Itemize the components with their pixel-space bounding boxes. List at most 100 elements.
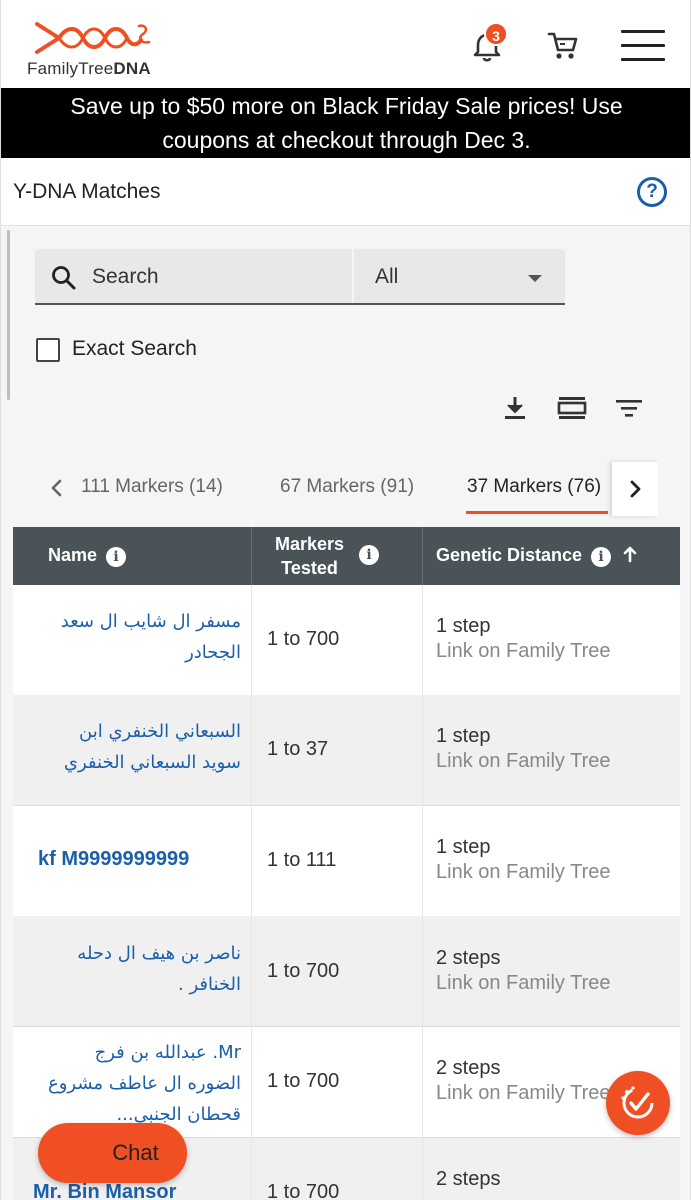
view-density-icon[interactable] bbox=[556, 392, 588, 424]
notification-count-badge: 3 bbox=[484, 22, 508, 46]
table-row: Mr. عبدالله بن فرج الضوره ال عاطف مشروع … bbox=[13, 1027, 680, 1138]
table-row: kf M9999999999 1 to 111 1 step Link on F… bbox=[13, 806, 680, 917]
genetic-distance-value: 1 step bbox=[436, 836, 491, 858]
info-icon[interactable]: i bbox=[591, 547, 612, 567]
info-icon[interactable]: i bbox=[106, 547, 127, 567]
genetic-distance-value: 2 steps bbox=[436, 947, 501, 969]
exact-search-checkbox[interactable] bbox=[36, 338, 60, 362]
site-header: FamilyTreeDNA 3 bbox=[1, 0, 690, 88]
match-name-line: مسفر ال شايب ال سعد bbox=[60, 611, 241, 632]
markers-tested-value: 1 to 700 bbox=[267, 960, 340, 982]
matches-table-header: Name i Markers Tested i Genetic Distance… bbox=[13, 527, 680, 585]
match-name-line: السبعاني الخنفري ابن bbox=[79, 721, 241, 742]
search-scope-select[interactable]: All bbox=[375, 265, 398, 289]
search-icon bbox=[52, 266, 76, 290]
column-header-genetic-distance[interactable]: Genetic Distance i bbox=[436, 545, 638, 567]
chat-button[interactable]: Chat bbox=[38, 1123, 187, 1183]
cell-divider bbox=[422, 916, 423, 1027]
feedback-fab-button[interactable] bbox=[606, 1071, 670, 1135]
search-divider bbox=[352, 249, 354, 303]
table-row: مسفر ال شايب ال سعد الجحادر 1 to 700 1 s… bbox=[13, 585, 680, 696]
search-input[interactable] bbox=[92, 263, 332, 291]
table-row: السبعاني الخنفري ابن سويد السبعاني الخنف… bbox=[13, 695, 680, 806]
tab-37-markers[interactable]: 37 Markers (76) bbox=[467, 476, 601, 498]
shopping-cart-icon[interactable] bbox=[545, 28, 581, 64]
info-icon[interactable]: i bbox=[359, 545, 379, 565]
cell-divider bbox=[422, 1027, 423, 1138]
match-name-link[interactable]: Mr. عبدالله بن فرج الضوره ال عاطف مشروع … bbox=[31, 1037, 241, 1130]
cell-divider bbox=[251, 1138, 252, 1200]
page-title: Y-DNA Matches bbox=[13, 180, 161, 203]
menu-line bbox=[621, 58, 665, 61]
markers-tested-value: 1 to 700 bbox=[267, 628, 340, 650]
cell-divider bbox=[422, 695, 423, 806]
column-header-name-label: Name bbox=[48, 545, 98, 565]
scrollbar-thumb[interactable] bbox=[7, 230, 10, 400]
cell-divider bbox=[422, 585, 423, 696]
cell-divider bbox=[251, 806, 252, 917]
menu-line bbox=[621, 44, 665, 47]
checklist-spark-icon bbox=[621, 1086, 654, 1119]
match-name-link[interactable]: kf M9999999999 bbox=[38, 844, 248, 875]
tab-scroll-next-button[interactable] bbox=[612, 462, 658, 516]
match-name-link[interactable]: ناصر بن هيف ال دحله الخنافر . bbox=[31, 938, 241, 1000]
column-divider bbox=[251, 527, 252, 585]
logo-wordmark-regular: FamilyTree bbox=[27, 59, 114, 78]
match-name-line: الضوره ال عاطف مشروع bbox=[47, 1073, 241, 1094]
genetic-distance-value: 2 steps bbox=[436, 1168, 501, 1190]
family-tree-link[interactable]: Link on Family Tree bbox=[436, 972, 611, 995]
filter-icon[interactable] bbox=[613, 392, 645, 424]
download-icon[interactable] bbox=[499, 392, 531, 424]
match-name-line: ناصر بن هيف ال دحله bbox=[77, 943, 241, 964]
app-frame: FamilyTreeDNA 3 Save up to $50 more on B… bbox=[0, 0, 691, 1200]
markers-tested-value: 1 to 700 bbox=[267, 1070, 340, 1092]
match-name-line: الجحادر bbox=[185, 642, 241, 663]
cell-divider bbox=[251, 695, 252, 806]
genetic-distance-value: 2 steps bbox=[436, 1057, 501, 1079]
family-tree-link[interactable]: Link on Family Tree bbox=[436, 1082, 611, 1105]
promo-line-2: coupons at checkout through Dec 3. bbox=[162, 127, 531, 153]
page-title-bar: Y-DNA Matches bbox=[1, 158, 690, 226]
markers-tested-value: 1 to 37 bbox=[267, 738, 329, 760]
help-icon[interactable]: ? bbox=[637, 177, 667, 207]
cell-divider bbox=[251, 585, 252, 696]
column-header-name[interactable]: Name i bbox=[48, 545, 127, 567]
cell-divider bbox=[422, 1138, 423, 1200]
cell-divider bbox=[422, 806, 423, 917]
match-name-line: kf M9999999999 bbox=[38, 848, 190, 870]
chevron-right-icon bbox=[630, 480, 641, 498]
chevron-down-icon[interactable] bbox=[528, 275, 542, 282]
cell-divider bbox=[251, 1027, 252, 1138]
match-name-line: سويد السبعاني الخنفري bbox=[63, 752, 241, 773]
active-tab-indicator bbox=[466, 511, 608, 514]
chat-button-label: Chat bbox=[112, 1140, 159, 1165]
column-header-markers-line1: Markers bbox=[275, 534, 345, 554]
match-name-line: الخنافر . bbox=[178, 974, 241, 995]
family-tree-link[interactable]: Link on Family Tree bbox=[436, 861, 611, 884]
column-header-markers-tested[interactable]: Markers Tested bbox=[275, 532, 344, 580]
hamburger-menu-icon[interactable] bbox=[621, 30, 665, 64]
tab-111-markers[interactable]: 111 Markers (14) bbox=[81, 476, 223, 498]
sort-ascending-arrow-icon[interactable] bbox=[622, 545, 638, 563]
logo-wordmark-bold: DNA bbox=[113, 59, 151, 78]
table-row: ناصر بن هيف ال دحله الخنافر . 1 to 700 2… bbox=[13, 916, 680, 1027]
family-tree-link[interactable]: Link on Family Tree bbox=[436, 640, 611, 663]
markers-tested-value: 1 to 111 bbox=[267, 849, 337, 871]
match-name-link[interactable]: السبعاني الخنفري ابن سويد السبعاني الخنف… bbox=[31, 716, 241, 778]
promo-banner[interactable]: Save up to $50 more on Black Friday Sale… bbox=[1, 88, 690, 158]
match-name-link[interactable]: مسفر ال شايب ال سعد الجحادر bbox=[31, 606, 241, 668]
chevron-left-icon[interactable] bbox=[48, 478, 66, 498]
genetic-distance-value: 1 step bbox=[436, 615, 491, 637]
exact-search-label[interactable]: Exact Search bbox=[72, 337, 197, 361]
match-name-line: Mr. عبدالله بن فرج bbox=[94, 1042, 241, 1063]
tab-67-markers[interactable]: 67 Markers (91) bbox=[280, 476, 414, 498]
logo-wordmark[interactable]: FamilyTreeDNA bbox=[27, 59, 151, 79]
menu-line bbox=[621, 30, 665, 33]
genetic-distance-value: 1 step bbox=[436, 725, 491, 747]
family-tree-link[interactable]: Link on Family Tree bbox=[436, 750, 611, 773]
column-header-genetic-distance-label: Genetic Distance bbox=[436, 545, 583, 565]
promo-line-1: Save up to $50 more on Black Friday Sale… bbox=[70, 93, 623, 119]
markers-tested-value: 1 to 700 bbox=[267, 1181, 340, 1200]
column-divider bbox=[422, 527, 423, 585]
column-header-markers-line2: Tested bbox=[281, 558, 338, 578]
